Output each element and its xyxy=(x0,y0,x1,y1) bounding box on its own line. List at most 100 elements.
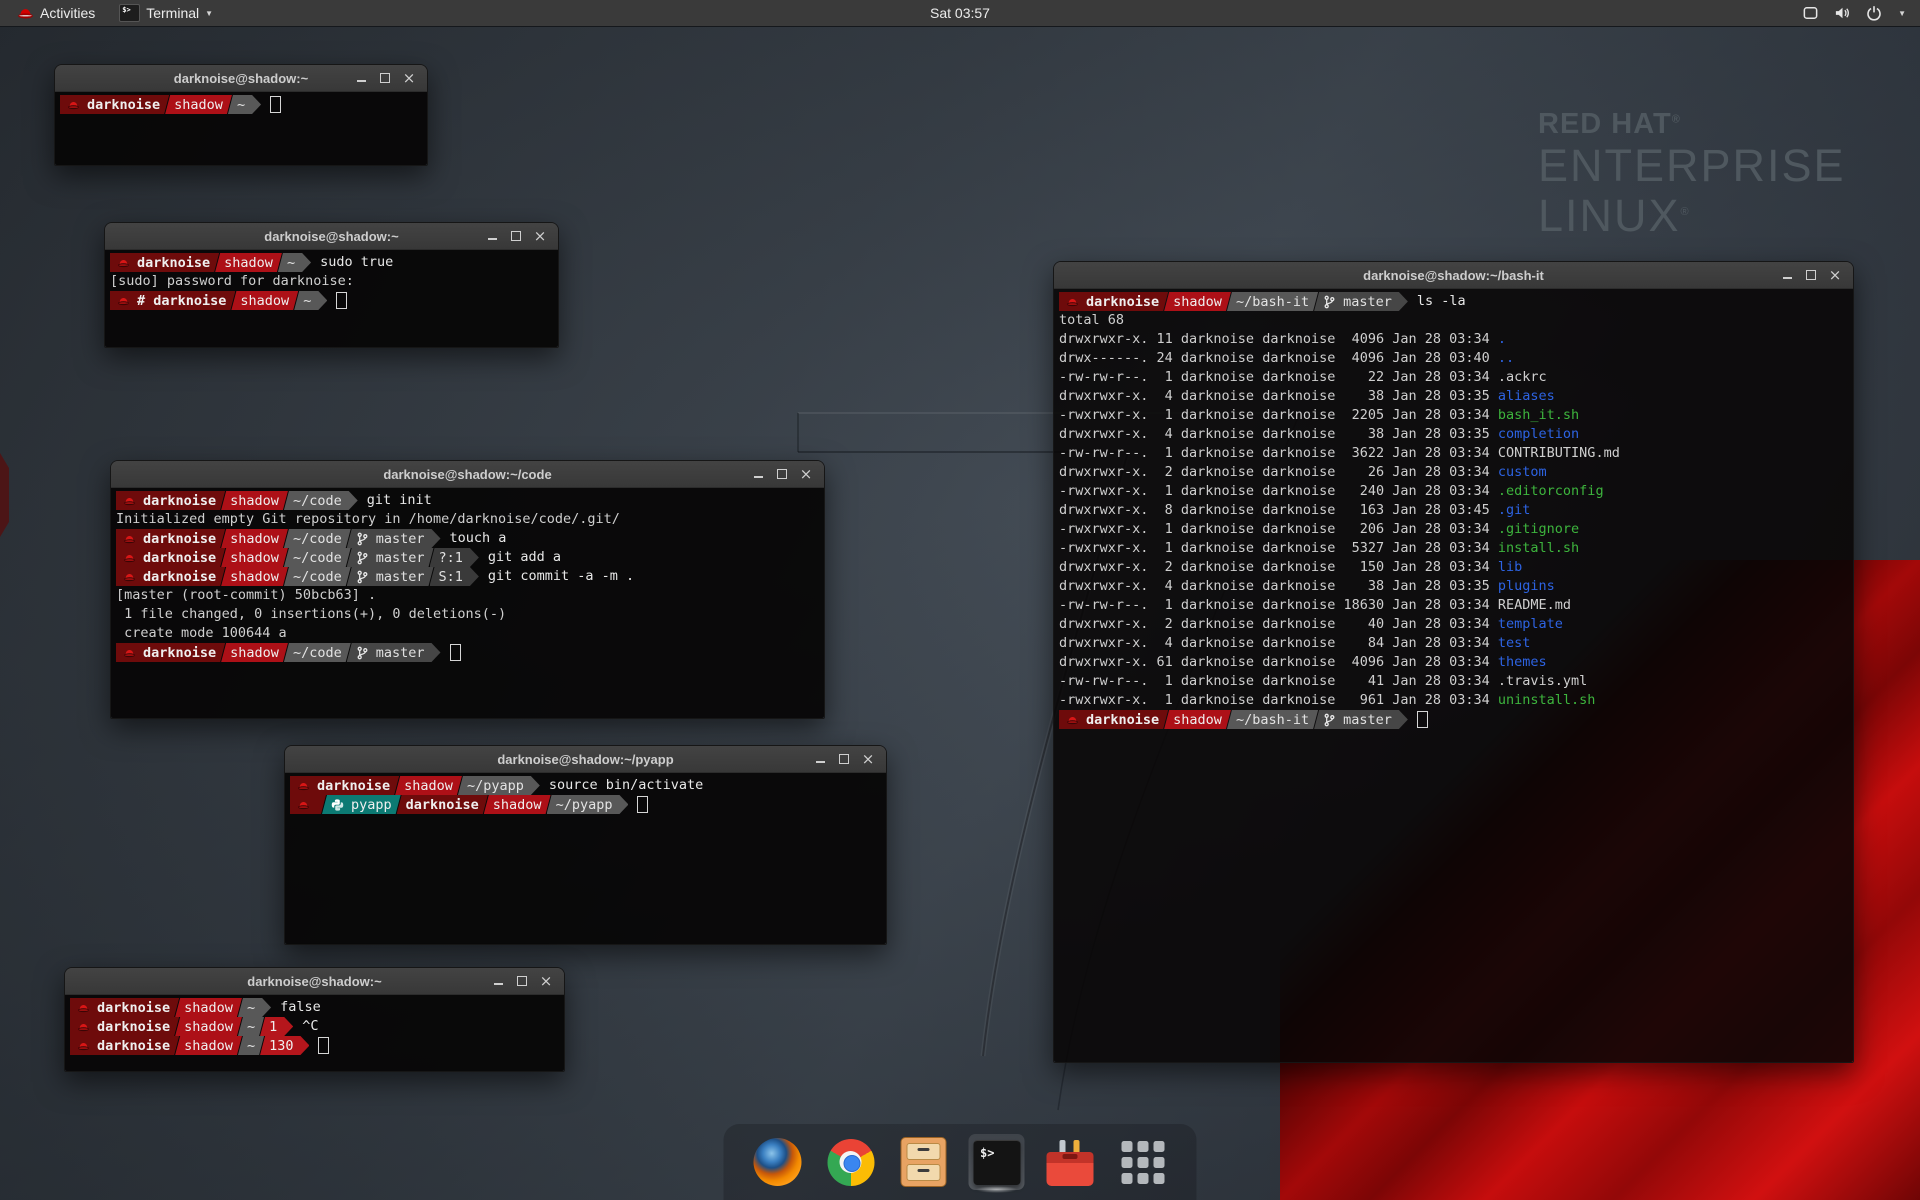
prompt-segment-d: ~/code xyxy=(284,567,351,586)
fedora-icon xyxy=(297,779,310,793)
maximize-button[interactable] xyxy=(832,746,856,772)
branch-icon xyxy=(356,551,369,565)
prompt-segment-u: darknoise xyxy=(70,1036,179,1055)
terminal-content[interactable]: darknoiseshadow~ xyxy=(55,92,427,165)
prompt-segment-d: ~ xyxy=(278,253,311,272)
terminal-text: themes xyxy=(1498,653,1547,672)
prompt-segment-u: darknoise xyxy=(116,567,225,586)
window-titlebar[interactable]: darknoise@shadow:~/bash-it × xyxy=(1054,262,1853,289)
activities-label: Activities xyxy=(40,5,95,21)
window-titlebar[interactable]: darknoise@shadow:~/code × xyxy=(111,461,824,488)
dock-item-terminal[interactable]: $> xyxy=(969,1134,1025,1190)
close-button[interactable]: × xyxy=(856,746,880,772)
prompt-segment-u: darknoise xyxy=(1059,710,1168,729)
dock-item-toolbox[interactable] xyxy=(1042,1134,1098,1190)
terminal-text: .gitignore xyxy=(1498,520,1579,539)
close-button[interactable]: × xyxy=(1823,262,1847,288)
terminal-cursor xyxy=(1417,711,1428,728)
terminal-line: drwxrwxr-x. 2 darknoise darknoise 40 Jan… xyxy=(1059,615,1848,634)
py-icon xyxy=(331,798,344,812)
dock-item-chrome[interactable] xyxy=(823,1134,879,1190)
close-button[interactable]: × xyxy=(528,223,552,249)
prompt-segment-h: shadow xyxy=(1164,710,1231,729)
app-menu-terminal[interactable]: $> Terminal ▼ xyxy=(110,0,222,26)
terminal-content[interactable]: darknoiseshadow~/pyappsource bin/activat… xyxy=(285,773,886,944)
window-titlebar[interactable]: darknoise@shadow:~/pyapp × xyxy=(285,746,886,773)
terminal-text: -rwxrwxr-x. 1 darknoise darknoise 5327 J… xyxy=(1059,539,1498,558)
chrome-icon xyxy=(827,1139,874,1186)
terminal-window-code[interactable]: darknoise@shadow:~/code × darknoiseshado… xyxy=(110,460,825,719)
maximize-button[interactable] xyxy=(770,461,794,487)
terminal-line: [sudo] password for darknoise: xyxy=(110,272,553,291)
terminal-text: test xyxy=(1498,634,1531,653)
window-titlebar[interactable]: darknoise@shadow:~ × xyxy=(65,968,564,995)
activities-button[interactable]: Activities xyxy=(8,0,104,26)
chevron-down-icon[interactable]: ▼ xyxy=(1898,9,1906,18)
maximize-button[interactable] xyxy=(373,65,397,91)
minimize-button[interactable] xyxy=(349,65,373,91)
dock-item-firefox[interactable] xyxy=(750,1134,806,1190)
branch-icon xyxy=(356,532,369,546)
terminal-line: darknoiseshadow~/codemaster xyxy=(116,643,819,662)
terminal-text: .travis.yml xyxy=(1498,672,1587,691)
close-button[interactable]: × xyxy=(397,65,421,91)
terminal-text: install.sh xyxy=(1498,539,1579,558)
fedora-icon xyxy=(123,494,136,508)
window-title: darknoise@shadow:~/bash-it xyxy=(1363,268,1544,283)
terminal-text: plugins xyxy=(1498,577,1555,596)
minimize-button[interactable] xyxy=(480,223,504,249)
volume-icon[interactable] xyxy=(1834,5,1851,21)
prompt-segment-h: shadow xyxy=(175,998,242,1017)
terminal-line: drwxrwxr-x. 2 darknoise darknoise 26 Jan… xyxy=(1059,463,1848,482)
display-icon[interactable] xyxy=(1802,5,1819,21)
terminal-window-home-2[interactable]: darknoise@shadow:~ × darknoiseshadow~fal… xyxy=(64,967,565,1072)
terminal-cursor xyxy=(318,1037,329,1054)
clock[interactable]: Sat 03:57 xyxy=(930,5,990,21)
terminal-text: -rw-rw-r--. 1 darknoise darknoise 18630 … xyxy=(1059,596,1498,615)
prompt-segment-u: darknoise xyxy=(70,998,179,1017)
terminal-window-sudo[interactable]: darknoise@shadow:~ × darknoiseshadow~sud… xyxy=(104,222,559,348)
prompt-segment-d: ~/code xyxy=(284,491,358,510)
minimize-button[interactable] xyxy=(486,968,510,994)
minimize-button[interactable] xyxy=(746,461,770,487)
window-titlebar[interactable]: darknoise@shadow:~ × xyxy=(105,223,558,250)
prompt-segment-u: darknoise xyxy=(116,491,225,510)
maximize-button[interactable] xyxy=(1799,262,1823,288)
terminal-content[interactable]: darknoiseshadow~sudo true[sudo] password… xyxy=(105,250,558,347)
terminal-window-pyapp[interactable]: darknoise@shadow:~/pyapp × darknoiseshad… xyxy=(284,745,887,945)
terminal-line: total 68 xyxy=(1059,311,1848,330)
prompt-segment-d: ~/bash-it xyxy=(1227,292,1318,311)
close-button[interactable]: × xyxy=(794,461,818,487)
fedora-icon xyxy=(297,798,310,812)
terminal-line: darknoiseshadow~sudo true xyxy=(110,253,553,272)
power-icon[interactable] xyxy=(1866,5,1883,21)
terminal-content[interactable]: darknoiseshadow~/codegit initInitialized… xyxy=(111,488,824,718)
prompt-segment-u: darknoise xyxy=(290,776,399,795)
terminal-text: ls -la xyxy=(1417,292,1466,311)
terminal-content[interactable]: darknoiseshadow~/bash-itmaster ls -latota… xyxy=(1054,289,1853,1062)
terminal-cursor xyxy=(637,796,648,813)
maximize-button[interactable] xyxy=(510,968,534,994)
minimize-button[interactable] xyxy=(1775,262,1799,288)
terminal-text: -rwxrwxr-x. 1 darknoise darknoise 2205 J… xyxy=(1059,406,1498,425)
terminal-line: drwxrwxr-x. 11 darknoise darknoise 4096 … xyxy=(1059,330,1848,349)
dock-item-app-grid[interactable] xyxy=(1115,1134,1171,1190)
terminal-line: -rwxrwxr-x. 1 darknoise darknoise 240 Ja… xyxy=(1059,482,1848,501)
window-titlebar[interactable]: darknoise@shadow:~ × xyxy=(55,65,427,92)
terminal-window-bash-it[interactable]: darknoise@shadow:~/bash-it × darknoisesh… xyxy=(1053,261,1854,1063)
maximize-button[interactable] xyxy=(504,223,528,249)
terminal-text: [master (root-commit) 50bcb63] . xyxy=(116,586,376,605)
terminal-line: pyappdarknoiseshadow~/pyapp xyxy=(290,795,881,814)
terminal-line: darknoiseshadow~/codemasterS:1git commit… xyxy=(116,567,819,586)
terminal-line: 1 file changed, 0 insertions(+), 0 delet… xyxy=(116,605,819,624)
branch-icon xyxy=(1323,295,1336,309)
dock-item-files[interactable] xyxy=(896,1134,952,1190)
terminal-text: CONTRIBUTING.md xyxy=(1498,444,1620,463)
files-icon xyxy=(901,1137,947,1187)
window-title: darknoise@shadow:~/pyapp xyxy=(497,752,673,767)
terminal-content[interactable]: darknoiseshadow~falsedarknoiseshadow~1^C… xyxy=(65,995,564,1071)
close-button[interactable]: × xyxy=(534,968,558,994)
terminal-line: darknoiseshadow~/bash-itmaster xyxy=(1059,710,1848,729)
minimize-button[interactable] xyxy=(808,746,832,772)
terminal-window-home-1[interactable]: darknoise@shadow:~ × darknoiseshadow~ xyxy=(54,64,428,166)
